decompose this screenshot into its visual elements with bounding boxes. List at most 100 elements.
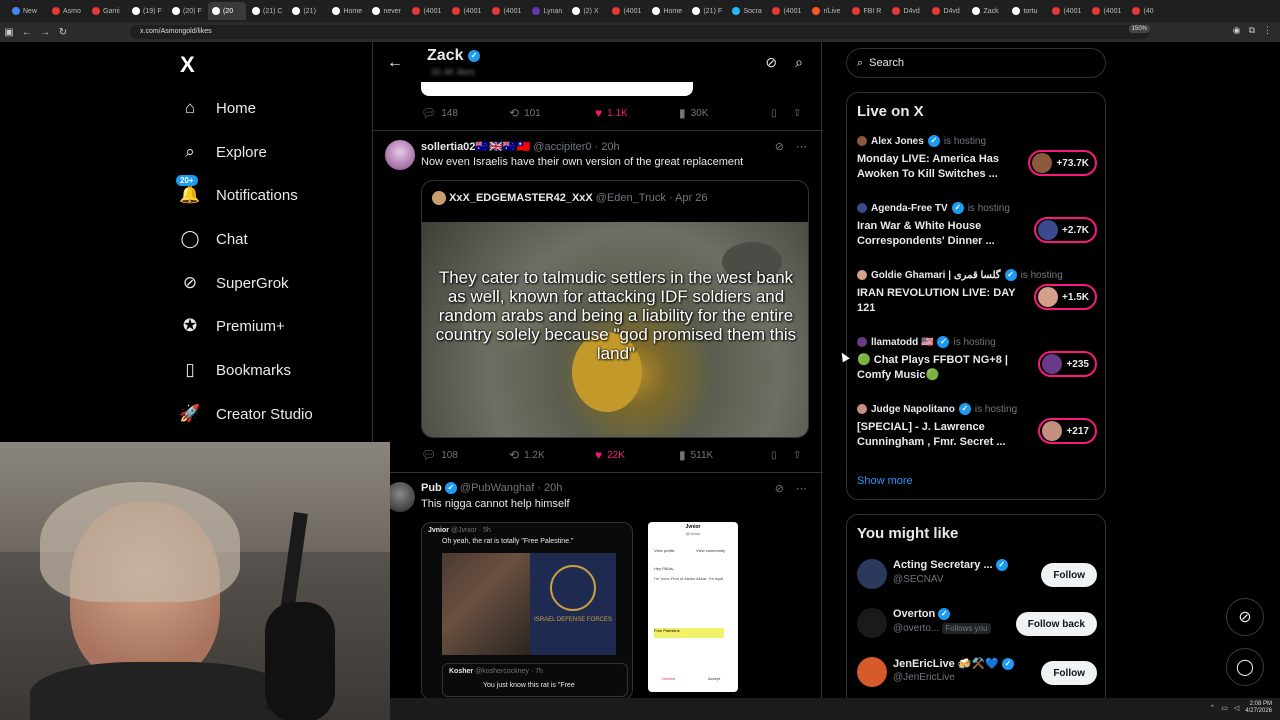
live-item[interactable]: Goldie Ghamari | گلسا قمری ✓ is hosting IRA… (857, 269, 1097, 329)
repost-button[interactable]: ⟲ 101 (509, 106, 595, 120)
account-name[interactable]: Acting Secretary ... ✓ (893, 559, 1008, 572)
sidebar-item-chat[interactable]: ◯ Chat (180, 223, 247, 255)
forward-icon[interactable]: → (36, 27, 54, 38)
avatar[interactable] (385, 140, 415, 170)
browser-tab[interactable]: Lynan (528, 2, 566, 20)
back-icon[interactable]: ← (18, 27, 36, 38)
more-icon[interactable]: ⋯ (796, 482, 807, 495)
reply-button[interactable]: 💬︎ 148 (421, 106, 509, 120)
browser-tab[interactable]: r/Live (808, 2, 846, 20)
author-name[interactable]: Pub (421, 482, 442, 494)
follow-button[interactable]: Follow (1041, 563, 1097, 587)
back-arrow-icon[interactable]: ← (387, 54, 403, 72)
browser-tab[interactable]: Socra (728, 2, 766, 20)
browser-tab[interactable]: New (8, 2, 46, 20)
sidebar-toggle-icon[interactable]: ▣ (0, 27, 18, 38)
account-name[interactable]: JenEricLive 🍻⚒️💙 ✓ (893, 657, 1014, 671)
author-handle[interactable]: @accipiter0 (533, 141, 591, 153)
browser-tab[interactable]: (40 (1128, 2, 1166, 20)
browser-tab[interactable]: D4vd (928, 2, 966, 20)
share-icon[interactable]: ⇧ (793, 450, 801, 461)
sidebar-item-bookmarks[interactable]: ▯ Bookmarks (180, 354, 291, 386)
more-icon[interactable]: ⋯ (796, 140, 807, 153)
browser-tab[interactable]: (4001 (608, 2, 646, 20)
follow-button[interactable]: Follow back (1015, 612, 1097, 636)
sidebar-item-notifications[interactable]: 🔔 20+ Notifications (176, 175, 298, 211)
network-icon[interactable]: ▭ (1221, 704, 1228, 712)
views-button[interactable]: ▮ 511K (679, 448, 771, 462)
browser-tab[interactable]: (2) X (568, 2, 606, 20)
screenshot-image[interactable]: Jvnior @Jvnior View profile View communi… (648, 522, 738, 692)
author-handle[interactable]: @PubWanghaf (460, 482, 534, 494)
chat-fab-icon[interactable]: ◯ (1226, 648, 1264, 686)
browser-tab[interactable]: Gami (88, 2, 126, 20)
sidebar-item-explore[interactable]: ⌕ Explore (180, 136, 267, 168)
suggested-account[interactable]: Acting Secretary ... ✓ @SECNAV Follow (857, 555, 1097, 595)
sidebar-item-premium[interactable]: ✪ Premium+ (180, 310, 285, 342)
live-item[interactable]: llamatodd 🇺🇸 ✓ is hosting 🟢 Chat Plays FFBO… (857, 336, 1097, 396)
suggested-account[interactable]: Overton ✓ @overto... Follows you Follow bac… (857, 604, 1097, 644)
grok-icon[interactable]: ⊘ (775, 482, 784, 495)
live-item[interactable]: Agenda-Free TV ✓ is hosting Iran War & Whit… (857, 202, 1097, 262)
post-image[interactable]: Jvnior @Jvnior · 5h Oh yeah, the rat is … (421, 522, 633, 700)
avatar[interactable] (857, 657, 887, 687)
listener-count-pill[interactable]: +73.7K (1028, 150, 1097, 176)
browser-tab[interactable]: (19) F (128, 2, 166, 20)
live-item[interactable]: Alex Jones ✓ is hosting Monday LIVE: Americ… (857, 135, 1097, 195)
clock[interactable]: 2:08 PM 4/27/2026 (1245, 701, 1272, 715)
post-time[interactable]: · 20h (595, 141, 620, 153)
browser-tab[interactable]: (21) C (248, 2, 286, 20)
browser-tab[interactable]: (20 (208, 2, 246, 20)
browser-tab[interactable]: never (368, 2, 406, 20)
profile-icon[interactable]: ◉ (1233, 25, 1241, 36)
browser-tab[interactable]: (4001 (408, 2, 446, 20)
sidebar-item-creator-studio[interactable]: 🚀 Creator Studio (179, 398, 312, 430)
repost-button[interactable]: ⟲ 1.2K (509, 448, 595, 462)
bookmark-icon[interactable]: ▯ (771, 450, 793, 461)
quote-video[interactable]: They cater to talmudic settlers in the w… (422, 222, 808, 437)
grok-icon[interactable]: ⊘ (775, 140, 784, 153)
browser-tab[interactable]: FBI R (848, 2, 886, 20)
browser-tab[interactable]: Zack (968, 2, 1006, 20)
listener-count-pill[interactable]: +235 (1038, 351, 1097, 377)
browser-tab[interactable]: D4vd (888, 2, 926, 20)
quoted-post[interactable]: XxX_EDGEMASTER42_XxX @Eden_Truck · Apr 2… (421, 180, 809, 438)
tray-chevron-icon[interactable]: ⌃ (1209, 704, 1215, 712)
browser-tab[interactable]: Home (328, 2, 366, 20)
sidebar-item-home[interactable]: ⌂ Home (180, 92, 256, 124)
avatar[interactable] (857, 608, 887, 638)
browser-tab[interactable]: (4001 (448, 2, 486, 20)
browser-tab[interactable]: (21) F (688, 2, 726, 20)
menu-icon[interactable]: ⋮ (1263, 25, 1272, 36)
follow-button[interactable]: Follow (1041, 661, 1097, 685)
zoom-indicator[interactable]: 150% (1128, 25, 1150, 33)
search-icon[interactable]: ⌕ (795, 54, 803, 71)
account-name[interactable]: Overton ✓ (893, 608, 951, 621)
show-more-link[interactable]: Show more (857, 475, 913, 487)
browser-tab[interactable]: (4001 (488, 2, 526, 20)
bookmark-icon[interactable]: ▯ (771, 108, 793, 119)
browser-tab[interactable]: (4001 (1088, 2, 1126, 20)
x-logo[interactable]: X (180, 52, 195, 78)
search-input[interactable]: ⌕ Search (846, 48, 1106, 78)
listener-count-pill[interactable]: +1.5K (1034, 284, 1097, 310)
browser-tab[interactable]: (21) (288, 2, 326, 20)
listener-count-pill[interactable]: +217 (1038, 418, 1097, 444)
sidebar-item-supergrok[interactable]: ⊘ SuperGrok (180, 267, 289, 299)
post-time[interactable]: · 20h (537, 482, 562, 494)
browser-tab[interactable]: (20) F (168, 2, 206, 20)
extensions-icon[interactable]: ⧉ (1249, 25, 1255, 36)
browser-tab[interactable]: (4001 (1048, 2, 1086, 20)
address-bar[interactable]: x.com/Asmongold/likes (130, 25, 1150, 39)
grok-icon[interactable]: ⊘ (765, 54, 777, 71)
author-name[interactable]: sollertia02 (421, 141, 475, 153)
live-item[interactable]: Judge Napolitano ✓ is hosting [SPECIAL] - J… (857, 403, 1097, 463)
grok-fab-icon[interactable]: ⊘ (1226, 598, 1264, 636)
avatar[interactable] (857, 559, 887, 589)
like-button[interactable]: ♥ 22K (595, 448, 679, 462)
views-button[interactable]: ▮ 30K (679, 106, 771, 120)
browser-tab[interactable]: tortu (1008, 2, 1046, 20)
share-icon[interactable]: ⇧ (793, 108, 801, 119)
like-button[interactable]: ♥ 1.1K (595, 106, 679, 120)
suggested-account[interactable]: JenEricLive 🍻⚒️💙 ✓ @JenEricLive Follow (857, 653, 1097, 693)
